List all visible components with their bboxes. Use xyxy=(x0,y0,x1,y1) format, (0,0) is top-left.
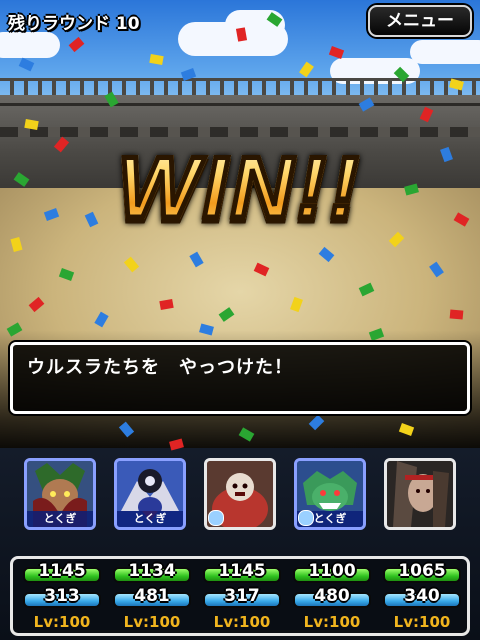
monster-5-icon xyxy=(387,461,453,527)
hp-value: 1100 xyxy=(308,561,356,581)
party-member-3-portrait[interactable] xyxy=(204,458,276,530)
level-label: Lv:100 xyxy=(33,613,91,631)
mp-value: 317 xyxy=(224,586,260,606)
menu-button[interactable]: メニュー xyxy=(368,5,472,37)
hp-value: 1134 xyxy=(128,561,176,581)
skill-tag: とくぎ xyxy=(117,511,183,527)
party-stats-panel: 1145 313 Lv:100 1134 481 Lv:100 1145 317… xyxy=(10,556,470,636)
level-label: Lv:100 xyxy=(303,613,361,631)
party-member-2-portrait[interactable]: とくぎ xyxy=(114,458,186,530)
diamond-icon xyxy=(298,510,314,526)
hp-value: 1145 xyxy=(218,561,266,581)
mp-value: 480 xyxy=(314,586,350,606)
mp-value: 481 xyxy=(134,586,170,606)
party-member-1-portrait[interactable]: とくぎ xyxy=(24,458,96,530)
skill-tag: とくぎ xyxy=(27,511,93,527)
battle-message-box[interactable]: ウルスラたちを やっつけた！ xyxy=(10,342,470,414)
hp-value: 1145 xyxy=(38,561,86,581)
expand-icon xyxy=(208,510,224,526)
battle-message-text: ウルスラたちを やっつけた！ xyxy=(27,357,293,378)
remaining-rounds-label: 残りラウンド 10 xyxy=(8,14,140,34)
level-label: Lv:100 xyxy=(213,613,271,631)
level-label: Lv:100 xyxy=(393,613,451,631)
win-banner: WIN!! xyxy=(0,138,480,239)
party-member-5-portrait[interactable] xyxy=(384,458,456,530)
battle-result-screen: 残りラウンド 10 メニュー WIN!! ウルスラたちを やっつけた！ とくぎ … xyxy=(0,0,480,640)
party-member-4-portrait[interactable]: とくぎ xyxy=(294,458,366,530)
mp-value: 340 xyxy=(404,586,440,606)
mp-value: 313 xyxy=(44,586,80,606)
level-label: Lv:100 xyxy=(123,613,181,631)
hp-value: 1065 xyxy=(398,561,446,581)
